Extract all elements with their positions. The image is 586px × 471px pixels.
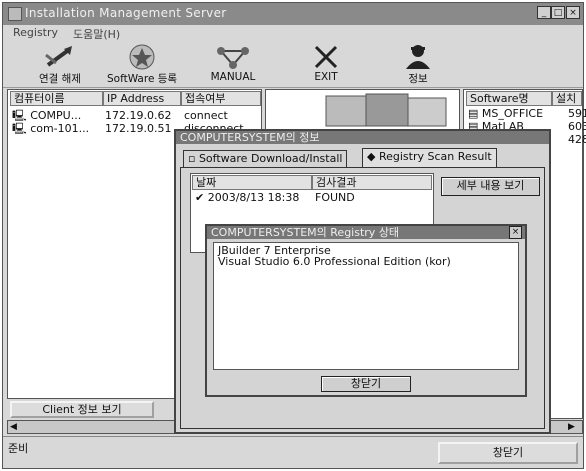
- status-bar: 준비 창닫기: [3, 436, 583, 467]
- computer-icon: 🖳: [12, 109, 27, 122]
- disconnect-arrows-icon: [45, 46, 72, 67]
- subdialog-title: COMPUTERSYSTEM의 Registry 상태: [211, 226, 400, 239]
- header-scan-result[interactable]: 검사결과: [312, 175, 432, 190]
- dialog-title: COMPUTERSYSTEM의 정보: [176, 131, 549, 144]
- table-row[interactable]: 🖳 COMPU...: [12, 109, 81, 122]
- header-ip-address[interactable]: IP Address: [103, 91, 181, 106]
- list-item[interactable]: Visual Studio 6.0 Professional Edition (…: [218, 255, 451, 268]
- computer-name: COMPU...: [30, 109, 82, 122]
- toolbar-label: 연결 해제: [39, 73, 81, 85]
- toolbar-label: 정보: [408, 73, 428, 85]
- tab-label: Software Download/Install: [198, 152, 343, 165]
- subdialog-title-bar: COMPUTERSYSTEM의 Registry 상태 ×: [207, 226, 525, 239]
- tab-registry-scan[interactable]: ◆ Registry Scan Result: [362, 148, 497, 167]
- scroll-left-icon[interactable]: ◀: [10, 422, 17, 432]
- exit-button[interactable]: EXIT: [291, 41, 361, 85]
- list-item[interactable]: ▤ MS_OFFICE: [468, 107, 543, 120]
- software-icon: ▤: [468, 107, 479, 120]
- toolbar-label: EXIT: [314, 71, 338, 83]
- close-button[interactable]: ×: [566, 6, 580, 19]
- registry-list: JBuilder 7 Enterprise Visual Studio 6.0 …: [213, 242, 519, 370]
- header-computer-name[interactable]: 컴퓨터이름: [10, 91, 103, 106]
- software-count: 428: [568, 133, 586, 146]
- scan-result: FOUND: [315, 191, 355, 204]
- tab-label: Registry Scan Result: [378, 150, 492, 163]
- menu-bar: Registry 도움말(H): [3, 25, 583, 41]
- software-register-button[interactable]: SoftWare 등록: [107, 41, 177, 85]
- header-connection-status[interactable]: 접속여부: [181, 91, 261, 106]
- subdialog-close-button[interactable]: ×: [509, 226, 522, 239]
- exit-x-icon: [314, 45, 338, 69]
- ip-address: 172.19.0.62: [105, 109, 172, 122]
- disconnect-button[interactable]: 연결 해제: [25, 41, 95, 85]
- computer-name: com-101...: [30, 122, 90, 135]
- computer-icon: 🖳: [12, 122, 27, 135]
- user-info-icon: [406, 45, 430, 69]
- tab-icon: ◆: [367, 150, 379, 163]
- toolbar-label: SoftWare 등록: [107, 73, 178, 85]
- status-text: 준비: [8, 442, 29, 455]
- network-manual-icon: [217, 47, 249, 69]
- table-row[interactable]: 🖳 com-101...: [12, 122, 89, 135]
- detail-view-button[interactable]: 세부 내용 보기: [441, 177, 540, 196]
- header-install-count[interactable]: 설치: [552, 91, 582, 106]
- window-title: Installation Management Server: [25, 6, 227, 20]
- software-name: MS_OFFICE: [481, 107, 544, 120]
- minimize-button[interactable]: _: [537, 6, 551, 19]
- maximize-button[interactable]: □: [551, 6, 565, 19]
- header-software-name[interactable]: Software명: [466, 91, 552, 106]
- menu-registry[interactable]: Registry: [13, 26, 58, 39]
- toolbar: 연결 해제 SoftWare 등록 MANUAL EXIT 정보: [3, 41, 583, 88]
- software-count: 591: [568, 107, 586, 120]
- scan-date: 2003/8/13 18:38: [207, 191, 300, 204]
- star-register-icon: [129, 44, 155, 70]
- scroll-right-icon[interactable]: ▶: [568, 422, 575, 432]
- close-window-button[interactable]: 창닫기: [438, 442, 578, 464]
- tab-icon: ▫: [188, 152, 199, 165]
- check-icon: ✔: [195, 191, 205, 204]
- registry-status-dialog: COMPUTERSYSTEM의 Registry 상태 × JBuilder 7…: [205, 224, 527, 397]
- connection-status: connect: [184, 109, 228, 122]
- toolbar-label: MANUAL: [210, 71, 256, 83]
- menu-help[interactable]: 도움말(H): [73, 26, 120, 42]
- subdialog-close-window-button[interactable]: 창닫기: [321, 376, 411, 392]
- software-count: 603: [568, 120, 586, 133]
- ip-address: 172.19.0.51: [105, 122, 172, 135]
- table-row[interactable]: ✔ 2003/8/13 18:38: [195, 191, 299, 204]
- client-info-button[interactable]: Client 정보 보기: [10, 401, 154, 418]
- tab-software-download[interactable]: ▫ Software Download/Install: [183, 150, 348, 167]
- title-bar: Installation Management Server _ □ ×: [3, 3, 583, 25]
- manual-button[interactable]: MANUAL: [198, 41, 268, 85]
- info-button[interactable]: 정보: [383, 41, 453, 85]
- app-icon: [8, 7, 22, 21]
- header-date[interactable]: 날짜: [192, 175, 312, 190]
